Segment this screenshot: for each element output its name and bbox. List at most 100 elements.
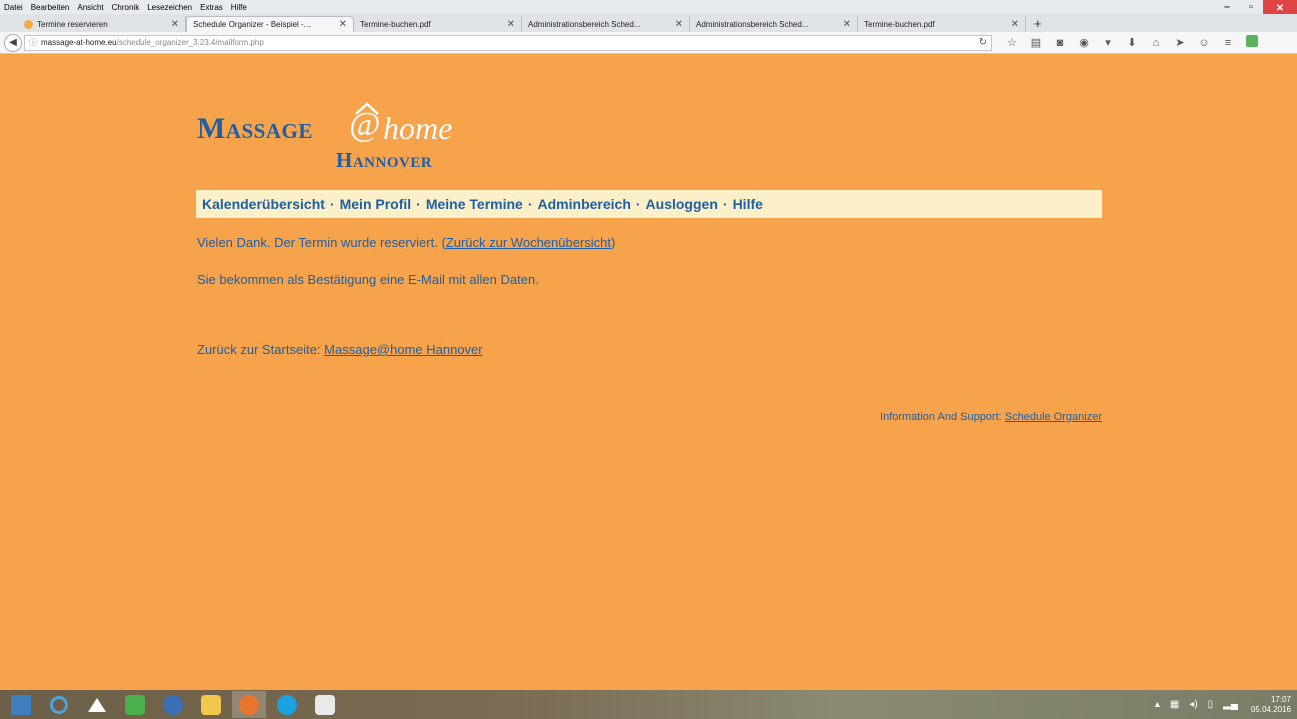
new-tab-button[interactable]: + — [1034, 16, 1042, 32]
page-favicon-icon — [24, 19, 33, 29]
schedule-organizer-link[interactable]: Schedule Organizer — [1005, 411, 1102, 423]
nav-separator: · — [635, 196, 641, 212]
menu-hilfe[interactable]: Hilfe — [231, 3, 247, 12]
tab-label: Termine-buchen.pdf — [360, 19, 431, 29]
tab-label: Termine-buchen.pdf — [864, 19, 935, 29]
start-button[interactable] — [4, 691, 38, 718]
nav-separator: · — [416, 196, 421, 212]
bookmarks-list-icon[interactable]: ▤ — [1024, 36, 1048, 49]
reload-icon[interactable]: ↻ — [979, 37, 987, 48]
document-icon — [315, 694, 335, 715]
tab-label: Schedule Organizer - Beispiel -... — [193, 20, 311, 29]
internet-explorer-icon — [50, 695, 68, 714]
windows-logo-icon — [11, 694, 31, 715]
nav-separator: · — [329, 196, 335, 212]
firefox-icon — [239, 694, 259, 715]
tab-label: Termine reservieren — [37, 19, 108, 29]
clock-date: 05.04.2016 — [1250, 704, 1291, 714]
menu-datei[interactable]: Datei — [4, 3, 23, 12]
taskbar-skype[interactable] — [270, 691, 304, 718]
battery-icon[interactable]: ▯ — [1208, 699, 1214, 710]
app-icon — [125, 694, 145, 715]
taskbar-home[interactable] — [80, 691, 114, 718]
tab-close-icon[interactable]: ✕ — [171, 19, 179, 30]
url-path: /schedule_organizer_3.23.4/mailform.php — [116, 38, 264, 47]
pocket-icon[interactable]: ◙ — [1048, 37, 1072, 49]
taskbar-file-explorer[interactable] — [194, 691, 228, 718]
bookmark-star-icon[interactable]: ☆ — [1000, 36, 1024, 49]
nav-ausloggen[interactable]: Ausloggen — [646, 196, 718, 212]
toolbar-icons: ☆ ▤ ◙ ◉ ▾ ⬇ ⌂ ➤ ☺ ≡ — [1000, 35, 1264, 50]
week-overview-link[interactable]: Zurück zur Wochenübersicht — [446, 235, 611, 250]
logo-hannover: Hannover — [336, 148, 433, 172]
nav-meine-termine[interactable]: Meine Termine — [426, 196, 523, 212]
tab-termine-buchen-pdf[interactable]: Termine-buchen.pdf ✕ — [354, 16, 522, 32]
confirmation-text: Vielen Dank. Der Termin wurde reserviert… — [197, 235, 438, 250]
send-icon[interactable]: ➤ — [1168, 36, 1192, 49]
skype-icon — [277, 694, 297, 715]
folder-icon — [201, 694, 221, 715]
signal-icon[interactable]: ▂▄ — [1223, 699, 1238, 710]
app-icon — [163, 694, 183, 715]
tab-close-icon[interactable]: ✕ — [339, 19, 347, 30]
back-to-home-line: Zurück zur Startseite: Massage@home Hann… — [197, 342, 483, 357]
volume-icon[interactable]: ◂) — [1189, 699, 1197, 710]
url-bar[interactable]: ⓘ massage-at-home.eu /schedule_organizer… — [24, 34, 992, 51]
windows-taskbar: ▴ ▦ ◂) ▯ ▂▄ 17:07 05.04.2016 — [0, 690, 1297, 719]
tab-termine-reservieren[interactable]: Termine reservieren ✕ — [18, 16, 186, 32]
nav-adminbereich[interactable]: Adminbereich — [538, 196, 631, 212]
info-icon[interactable]: ⓘ — [29, 37, 37, 48]
menu-lesezeichen[interactable]: Lesezeichen — [147, 3, 192, 12]
confirmation-message: Vielen Dank. Der Termin wurde reserviert… — [197, 235, 616, 250]
logo-at: @ — [349, 106, 381, 143]
tab-close-icon[interactable]: ✕ — [843, 19, 851, 30]
clock-time: 17:07 — [1270, 694, 1291, 704]
tab-close-icon[interactable]: ✕ — [1011, 19, 1019, 30]
search-engine-icon[interactable]: ◉ — [1072, 36, 1096, 49]
tab-administrationsbereich-1[interactable]: Administrationsbereich Sched... ✕ — [522, 16, 690, 32]
logo-home: home — [383, 110, 453, 146]
home-icon — [88, 697, 106, 712]
nav-kalenderuebersicht[interactable]: Kalenderübersicht — [202, 196, 325, 212]
menu-bearbeiten[interactable]: Bearbeiten — [31, 3, 70, 12]
tray-arrow-icon[interactable]: ▴ — [1155, 699, 1160, 710]
tab-termine-buchen-pdf-2[interactable]: Termine-buchen.pdf ✕ — [858, 16, 1026, 32]
site-logo[interactable]: Massage @ home Hannover — [197, 102, 507, 174]
nav-separator: · — [722, 196, 728, 212]
download-icon[interactable]: ⬇ — [1120, 36, 1144, 49]
network-icon[interactable]: ▦ — [1170, 699, 1179, 710]
support-footer: Information And Support: Schedule Organi… — [880, 411, 1102, 423]
menu-icon[interactable]: ≡ — [1216, 37, 1240, 49]
site-navigation: Kalenderübersicht · Mein Profil · Meine … — [196, 190, 1102, 218]
tab-close-icon[interactable]: ✕ — [675, 19, 683, 30]
menu-bar: Datei Bearbeiten Ansicht Chronik Lesezei… — [0, 0, 1297, 14]
taskbar-document[interactable] — [308, 691, 342, 718]
clock[interactable]: 17:07 05.04.2016 — [1251, 695, 1291, 715]
menu-chronik[interactable]: Chronik — [112, 3, 140, 12]
system-tray: ▴ ▦ ◂) ▯ ▂▄ 17:07 05.04.2016 — [1150, 695, 1297, 715]
arrow-left-icon: ◀ — [9, 37, 17, 48]
taskbar-internet-explorer[interactable] — [42, 691, 76, 718]
taskbar-app-blue[interactable] — [156, 691, 190, 718]
navigation-bar: ◀ ⓘ massage-at-home.eu /schedule_organiz… — [0, 32, 1297, 54]
tab-schedule-organizer[interactable]: Schedule Organizer - Beispiel -... ✕ — [186, 16, 354, 32]
logo-massage: Massage — [197, 112, 313, 145]
menu-ansicht[interactable]: Ansicht — [77, 3, 103, 12]
tab-close-icon[interactable]: ✕ — [507, 19, 515, 30]
nav-mein-profil[interactable]: Mein Profil — [340, 196, 412, 212]
taskbar-app-green[interactable] — [118, 691, 152, 718]
tab-bar: Termine reservieren ✕ Schedule Organizer… — [0, 14, 1297, 32]
back-to-home-label: Zurück zur Startseite: — [197, 342, 321, 357]
home-icon[interactable]: ⌂ — [1144, 37, 1168, 49]
chat-icon[interactable]: ☺ — [1192, 37, 1216, 49]
tab-administrationsbereich-2[interactable]: Administrationsbereich Sched... ✕ — [690, 16, 858, 32]
nav-hilfe[interactable]: Hilfe — [733, 196, 763, 212]
back-button[interactable]: ◀ — [4, 33, 22, 52]
addon-icon[interactable] — [1240, 35, 1264, 50]
support-label: Information And Support: — [880, 411, 1002, 423]
url-host: massage-at-home.eu — [41, 38, 117, 47]
dropdown-icon[interactable]: ▾ — [1096, 36, 1120, 49]
taskbar-firefox[interactable] — [232, 691, 266, 718]
home-page-link[interactable]: Massage@home Hannover — [324, 342, 482, 357]
menu-extras[interactable]: Extras — [200, 3, 223, 12]
